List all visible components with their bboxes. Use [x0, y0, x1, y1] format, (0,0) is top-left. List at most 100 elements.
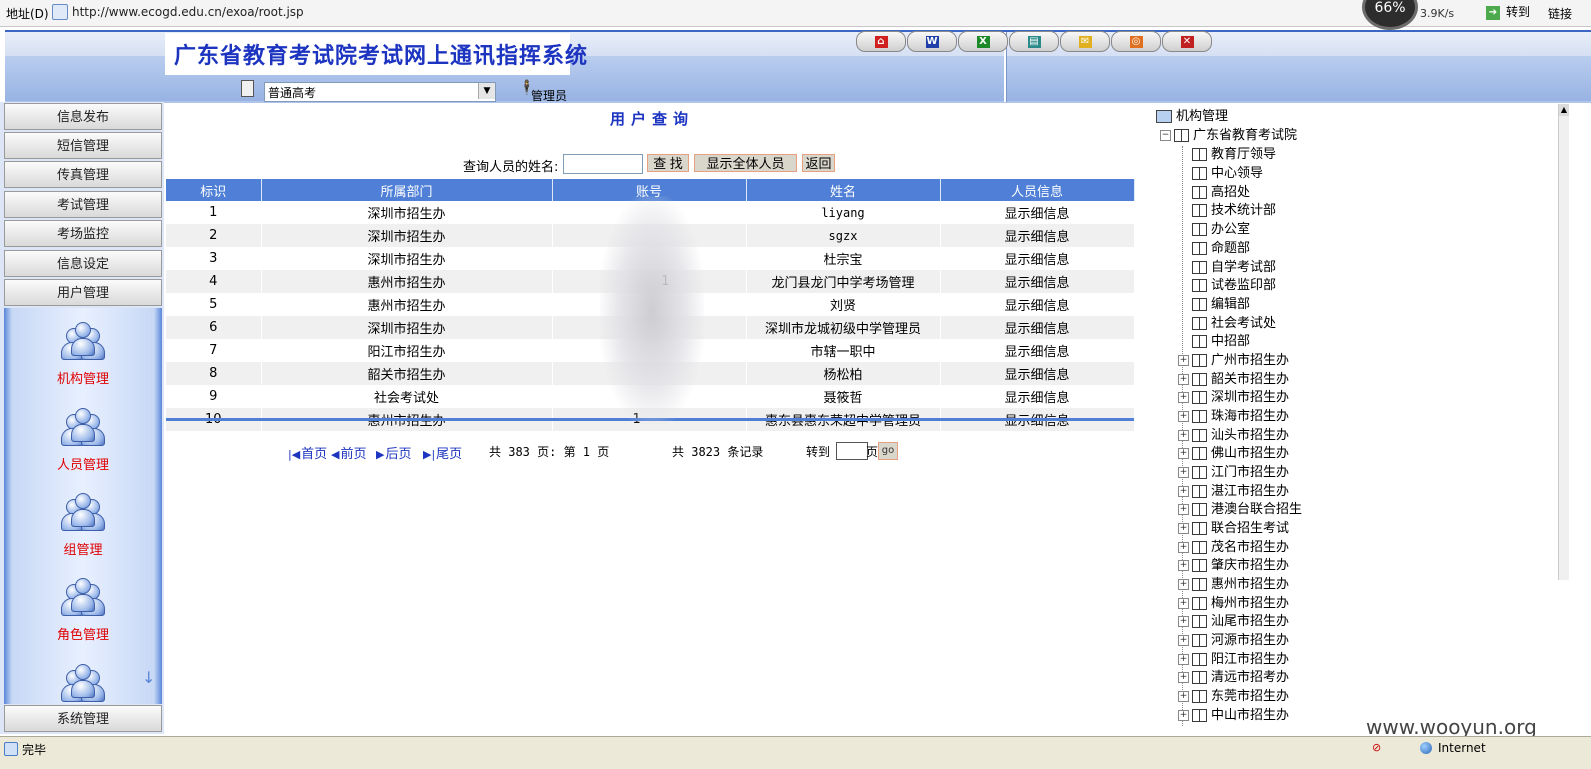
tree-node[interactable]: 试卷监印部 — [1192, 277, 1276, 295]
tree-region[interactable]: + 珠海市招生办 — [1178, 408, 1289, 426]
pager-first[interactable]: |◀首页 — [288, 443, 327, 462]
back-button[interactable]: 返回 — [802, 154, 835, 172]
help-button[interactable]: ◎ — [1111, 31, 1161, 52]
expand-icon[interactable]: + — [1178, 448, 1189, 459]
tree-region[interactable]: + 佛山市招生办 — [1178, 445, 1289, 463]
nav-monitor[interactable]: 考场监控 — [4, 220, 162, 247]
submenu-more[interactable] — [4, 664, 162, 704]
mail-button[interactable]: ✉ — [1060, 31, 1110, 52]
detail-link[interactable]: 显示细信息 — [940, 293, 1135, 316]
scroll-up-icon[interactable]: ▲ — [1559, 104, 1569, 116]
submenu-org[interactable]: 机构管理 — [4, 322, 162, 387]
pager-prev[interactable]: ◀前页 — [331, 443, 366, 462]
expand-icon[interactable]: + — [1178, 598, 1189, 609]
detail-link[interactable]: 显示细信息 — [940, 362, 1135, 385]
scroll-down-icon[interactable]: ↓ — [142, 668, 155, 687]
tree-region[interactable]: + 中山市招生办 — [1178, 707, 1289, 725]
submenu-people[interactable]: 人员管理 — [4, 408, 162, 473]
tree-node[interactable]: 教育厅领导 — [1192, 146, 1276, 164]
pager-last[interactable]: ▶|尾页 — [423, 443, 462, 462]
show-all-button[interactable]: 显示全体人员 — [694, 154, 797, 172]
tree-region[interactable]: + 汕尾市招生办 — [1178, 613, 1289, 631]
goto-button[interactable]: ➔ 转到 — [1486, 3, 1538, 21]
expand-icon[interactable]: + — [1178, 672, 1189, 683]
tree-region[interactable]: + 深圳市招生办 — [1178, 389, 1289, 407]
tree-node[interactable]: 自学考试部 — [1192, 259, 1276, 277]
expand-icon[interactable]: + — [1178, 616, 1189, 627]
url-field[interactable]: http://www.ecogd.edu.cn/exoa/root.jsp — [72, 5, 304, 19]
tree-region[interactable]: + 肇庆市招生办 — [1178, 557, 1289, 575]
tree-root[interactable]: 机构管理 — [1156, 108, 1228, 126]
tree-node[interactable]: 中心领导 — [1192, 165, 1263, 183]
popup-blocker-icon[interactable]: ⊘ — [1372, 741, 1386, 754]
exam-type-select[interactable]: 普通高考 ▼ — [264, 82, 496, 102]
tree-region[interactable]: + 梅州市招生办 — [1178, 595, 1289, 613]
expand-icon[interactable]: + — [1178, 542, 1189, 553]
tree-region[interactable]: + 东莞市招生办 — [1178, 688, 1289, 706]
tree-region[interactable]: + 清远市招考办 — [1178, 669, 1289, 687]
address-book-button[interactable]: ▤ — [1009, 31, 1059, 52]
expand-icon[interactable]: + — [1178, 355, 1189, 366]
links-label[interactable]: 链接 — [1548, 5, 1572, 22]
tree-node[interactable]: 编辑部 — [1192, 296, 1250, 314]
exit-button[interactable]: ✕ — [1162, 31, 1212, 52]
nav-exam[interactable]: 考试管理 — [4, 191, 162, 218]
goto-page-input[interactable] — [836, 442, 868, 460]
nav-info-publish[interactable]: 信息发布 — [4, 103, 162, 130]
tree-region[interactable]: + 阳江市招生办 — [1178, 651, 1289, 669]
tree-node[interactable]: 中招部 — [1192, 333, 1250, 351]
vertical-scrollbar[interactable]: ▲ — [1558, 104, 1569, 580]
tree-node[interactable]: 技术统计部 — [1192, 202, 1276, 220]
tree-region[interactable]: + 江门市招生办 — [1178, 464, 1289, 482]
detail-link[interactable]: 显示细信息 — [940, 201, 1135, 224]
collapse-icon[interactable]: − — [1160, 130, 1171, 141]
nav-system-management[interactable]: 系统管理 — [4, 705, 162, 732]
expand-icon[interactable]: + — [1178, 710, 1189, 721]
detail-link[interactable]: 显示细信息 — [940, 316, 1135, 339]
tree-region[interactable]: + 河源市招生办 — [1178, 632, 1289, 650]
tree-region[interactable]: + 汕头市招生办 — [1178, 427, 1289, 445]
expand-icon[interactable]: + — [1178, 374, 1189, 385]
tree-region[interactable]: + 韶关市招生办 — [1178, 371, 1289, 389]
detail-link[interactable]: 显示细信息 — [940, 224, 1135, 247]
tree-region[interactable]: + 茂名市招生办 — [1178, 539, 1289, 557]
nav-settings[interactable]: 信息设定 — [4, 250, 162, 277]
excel-button[interactable]: X — [958, 31, 1008, 52]
name-search-input[interactable] — [563, 154, 643, 174]
tree-region[interactable]: + 惠州市招生办 — [1178, 576, 1289, 594]
nav-user-management[interactable]: 用户管理 — [4, 279, 162, 306]
expand-icon[interactable]: + — [1178, 504, 1189, 515]
tree-node[interactable]: 办公室 — [1192, 221, 1250, 239]
expand-icon[interactable]: + — [1178, 654, 1189, 665]
expand-icon[interactable]: + — [1178, 560, 1189, 571]
pager-next[interactable]: ▶后页 — [376, 443, 411, 462]
expand-icon[interactable]: + — [1178, 392, 1189, 403]
detail-link[interactable]: 显示细信息 — [940, 385, 1135, 408]
search-button[interactable]: 查 找 — [647, 154, 689, 172]
nav-sms[interactable]: 短信管理 — [4, 132, 162, 159]
tree-node[interactable]: 高招处 — [1192, 184, 1250, 202]
go-button[interactable]: go — [878, 442, 898, 460]
tree-region[interactable]: + 广州市招生办 — [1178, 352, 1289, 370]
tree-node[interactable]: 命题部 — [1192, 240, 1250, 258]
expand-icon[interactable]: + — [1178, 467, 1189, 478]
expand-icon[interactable]: + — [1178, 635, 1189, 646]
tree-node-top[interactable]: − 广东省教育考试院 — [1160, 127, 1297, 145]
home-button[interactable]: ⌂ — [856, 31, 906, 52]
detail-link[interactable]: 显示细信息 — [940, 339, 1135, 362]
expand-icon[interactable]: + — [1178, 523, 1189, 534]
tree-region[interactable]: + 联合招生考试 — [1178, 520, 1289, 538]
expand-icon[interactable]: + — [1178, 411, 1189, 422]
submenu-role[interactable]: 角色管理 — [4, 578, 162, 643]
submenu-group[interactable]: 组管理 — [4, 493, 162, 558]
tree-node[interactable]: 社会考试处 — [1192, 315, 1276, 333]
expand-icon[interactable]: + — [1178, 486, 1189, 497]
expand-icon[interactable]: + — [1178, 691, 1189, 702]
tree-region[interactable]: + 湛江市招生办 — [1178, 483, 1289, 501]
expand-icon[interactable]: + — [1178, 430, 1189, 441]
detail-link[interactable]: 显示细信息 — [940, 270, 1135, 293]
tree-region[interactable]: + 港澳台联合招生 — [1178, 501, 1302, 519]
expand-icon[interactable]: + — [1178, 579, 1189, 590]
word-button[interactable]: W — [907, 31, 957, 52]
detail-link[interactable]: 显示细信息 — [940, 247, 1135, 270]
